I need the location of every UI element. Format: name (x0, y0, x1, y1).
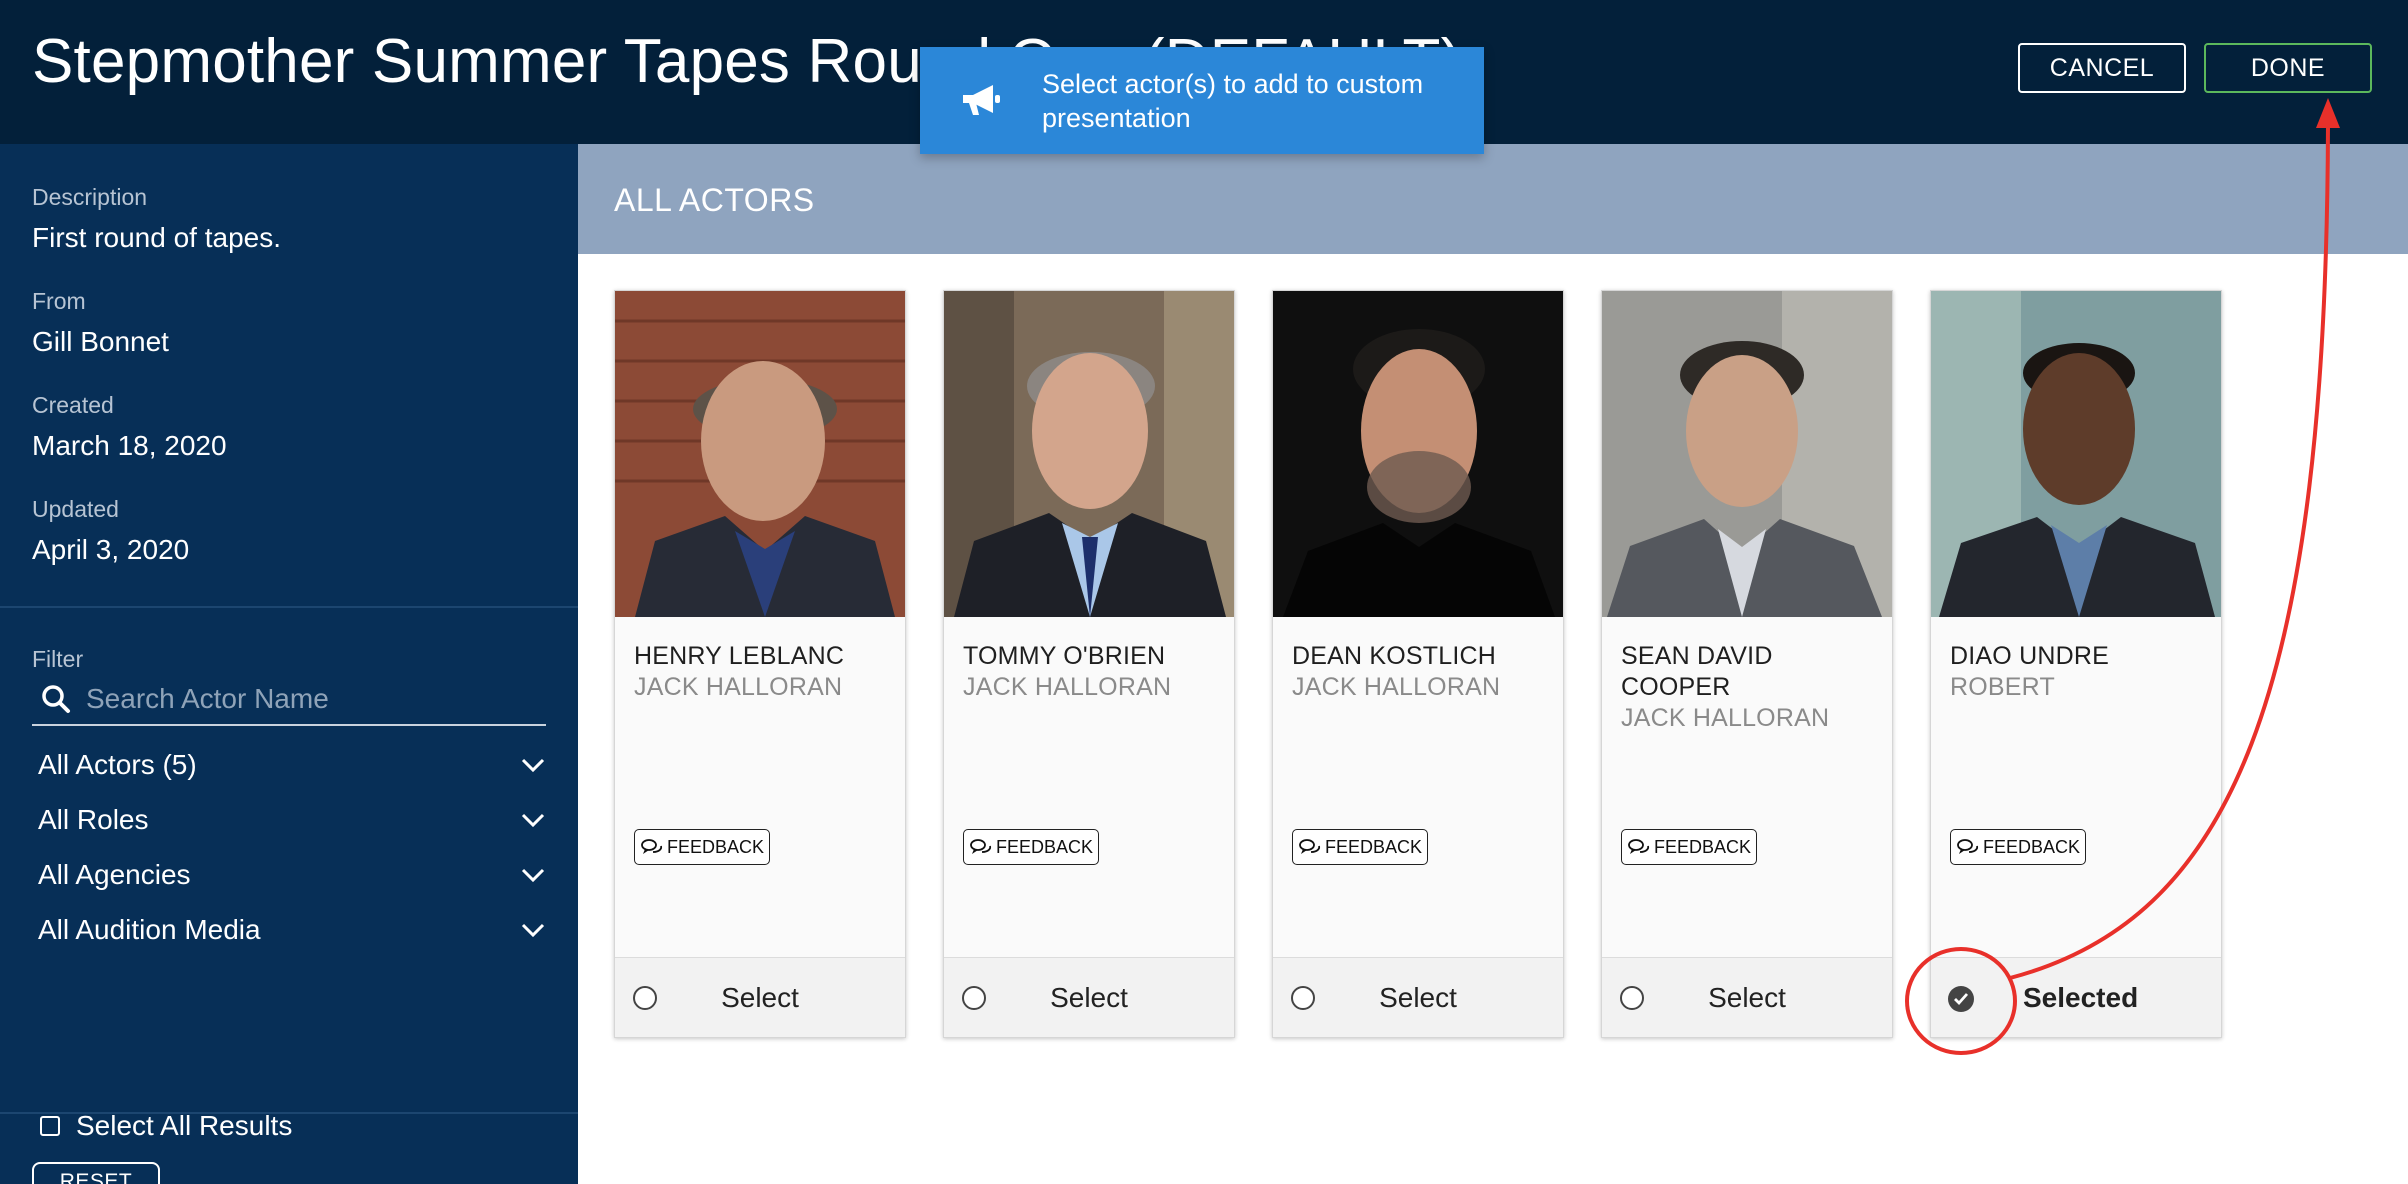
done-button[interactable]: DONE (2204, 43, 2372, 93)
select-label: Select (1050, 982, 1128, 1013)
chevron-down-icon (520, 757, 546, 773)
megaphone-icon (956, 76, 1006, 126)
feedback-button[interactable]: FEEDBACK (963, 829, 1100, 865)
updated-value: April 3, 2020 (32, 534, 190, 565)
actor-card[interactable]: DEAN KOSTLICH JACK HALLORAN FEEDBACK Sel… (1272, 290, 1564, 1038)
actor-name: TOMMY O'BRIEN (963, 642, 1166, 670)
feedback-label: FEEDBACK (1654, 836, 1752, 857)
chat-bubbles-icon (1299, 838, 1321, 856)
filter-label-text: All Actors (5) (38, 749, 197, 780)
select-all-results[interactable]: Select All Results (40, 1110, 292, 1142)
search-icon (40, 683, 72, 715)
updated-label: Updated (32, 496, 119, 522)
chevron-down-icon (520, 867, 546, 883)
feedback-button[interactable]: FEEDBACK (634, 829, 771, 865)
sidebar-divider (0, 606, 578, 608)
filter-all-audition-media[interactable]: All Audition Media (38, 910, 546, 950)
sidebar: Description First round of tapes. From G… (0, 144, 578, 1184)
actor-name: HENRY LEBLANC (634, 642, 845, 670)
reset-button[interactable]: RESET (32, 1162, 160, 1184)
search-box (32, 674, 546, 726)
actor-headshot (1931, 291, 2221, 617)
filter-label-text: All Roles (38, 804, 149, 835)
actor-name-block: HENRY LEBLANC JACK HALLORAN (634, 641, 894, 703)
filter-label-text: All Agencies (38, 859, 191, 890)
actor-card[interactable]: DIAO UNDRE ROBERT FEEDBACK Selected (1930, 290, 2222, 1038)
select-radio[interactable] (962, 986, 986, 1010)
chevron-down-icon (520, 812, 546, 828)
actor-role: ROBERT (1950, 673, 2055, 701)
actor-role: JACK HALLORAN (1292, 673, 1501, 701)
from-label: From (32, 288, 86, 314)
selected-label: Selected (2023, 982, 2139, 1013)
select-label: Select (721, 982, 799, 1013)
description-value: First round of tapes. (32, 222, 282, 253)
actor-card[interactable]: HENRY LEBLANC JACK HALLORAN FEEDBACK Sel… (614, 290, 906, 1038)
sidebar-divider (0, 1112, 578, 1114)
select-toggle[interactable]: Selected (1931, 957, 2221, 1037)
feedback-button[interactable]: FEEDBACK (1950, 829, 2087, 865)
select-toggle[interactable]: Select (944, 957, 1234, 1037)
select-radio[interactable] (1620, 986, 1644, 1010)
feedback-label: FEEDBACK (1325, 836, 1423, 857)
actor-headshot (615, 291, 905, 617)
feedback-button[interactable]: FEEDBACK (1621, 829, 1758, 865)
feedback-label: FEEDBACK (667, 836, 765, 857)
actor-headshot (944, 291, 1234, 617)
chat-bubbles-icon (970, 838, 992, 856)
created-label: Created (32, 392, 114, 418)
actor-name: DEAN KOSTLICH (1292, 642, 1497, 670)
select-radio[interactable] (633, 986, 657, 1010)
filter-all-agencies[interactable]: All Agencies (38, 855, 546, 895)
select-toggle[interactable]: Select (1273, 957, 1563, 1037)
actor-name: SEAN DAVID COOPER (1621, 642, 1773, 701)
filter-all-actors[interactable]: All Actors (5) (38, 745, 546, 785)
created-value: March 18, 2020 (32, 430, 227, 461)
feedback-button[interactable]: FEEDBACK (1292, 829, 1429, 865)
actor-headshot (1602, 291, 1892, 617)
actor-role: JACK HALLORAN (963, 673, 1172, 701)
toast-message: Select actor(s) to add to custom present… (1042, 68, 1424, 133)
actor-name-block: TOMMY O'BRIEN JACK HALLORAN (963, 641, 1223, 703)
actor-name-block: DEAN KOSTLICH JACK HALLORAN (1292, 641, 1552, 703)
filter-all-roles[interactable]: All Roles (38, 800, 546, 840)
search-input[interactable] (86, 683, 546, 715)
actor-role: JACK HALLORAN (1621, 704, 1830, 732)
actor-name-block: SEAN DAVID COOPER JACK HALLORAN (1621, 641, 1881, 734)
cancel-button[interactable]: CANCEL (2018, 43, 2186, 93)
feedback-label: FEEDBACK (1983, 836, 2081, 857)
feedback-label: FEEDBACK (996, 836, 1094, 857)
actor-headshot (1273, 291, 1563, 617)
chat-bubbles-icon (1957, 838, 1979, 856)
filter-label: Filter (32, 646, 84, 672)
select-label: Select (1379, 982, 1457, 1013)
select-all-label: Select All Results (76, 1110, 293, 1141)
actor-name: DIAO UNDRE (1950, 642, 2109, 670)
select-toggle[interactable]: Select (615, 957, 905, 1037)
actor-card[interactable]: SEAN DAVID COOPER JACK HALLORAN FEEDBACK… (1601, 290, 1893, 1038)
actor-card[interactable]: TOMMY O'BRIEN JACK HALLORAN FEEDBACK Sel… (943, 290, 1235, 1038)
chat-bubbles-icon (641, 838, 663, 856)
select-label: Select (1708, 982, 1786, 1013)
chat-bubbles-icon (1628, 838, 1650, 856)
main-content: ALL ACTORS HENRY LEBLANC JACK HALLORAN F… (578, 144, 2408, 1184)
actor-role: JACK HALLORAN (634, 673, 843, 701)
select-all-checkbox[interactable] (40, 1116, 60, 1136)
check-circle-icon[interactable] (1948, 986, 1974, 1012)
select-radio[interactable] (1291, 986, 1315, 1010)
section-title: ALL ACTORS (614, 182, 815, 218)
instruction-toast: Select actor(s) to add to custom present… (920, 47, 1484, 154)
from-value: Gill Bonnet (32, 326, 169, 357)
description-label: Description (32, 184, 148, 210)
section-header: ALL ACTORS (578, 144, 2408, 254)
actor-name-block: DIAO UNDRE ROBERT (1950, 641, 2210, 703)
filter-label-text: All Audition Media (38, 914, 261, 945)
chevron-down-icon (520, 922, 546, 938)
select-toggle[interactable]: Select (1602, 957, 1892, 1037)
